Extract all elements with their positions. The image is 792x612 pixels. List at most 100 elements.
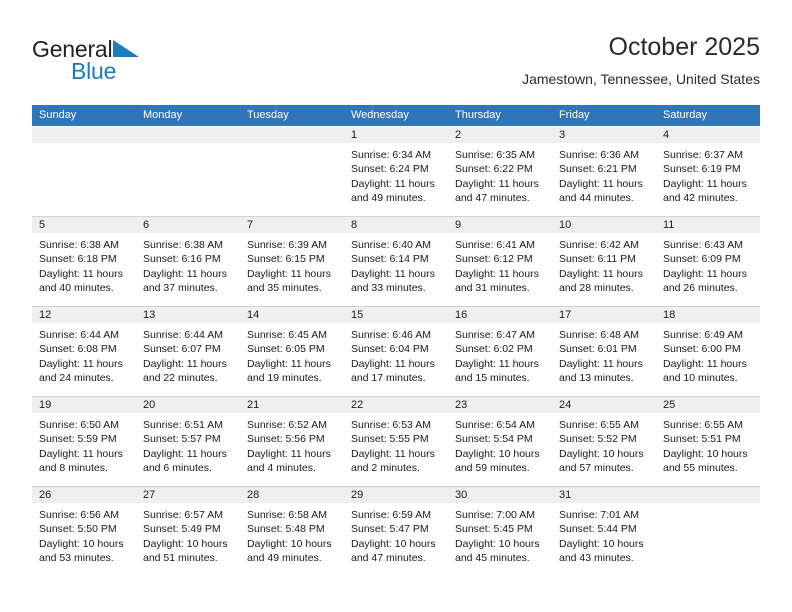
day-cell[interactable]: 5 Sunrise: 6:38 AM Sunset: 6:18 PM Daylight… [32,216,136,306]
day-details: Sunrise: 6:36 AM Sunset: 6:21 PM Daylight:… [552,143,656,205]
day-cell[interactable]: 25 Sunrise: 6:55 AM Sunset: 5:51 PM Dayligh… [656,396,760,486]
daylight-text-line2: and 49 minutes. [247,551,322,564]
daylight-text-line2: and 13 minutes. [559,371,634,384]
day-cell[interactable]: 10 Sunrise: 6:42 AM Sunset: 6:11 PM Dayligh… [552,216,656,306]
day-details: Sunrise: 6:58 AM Sunset: 5:48 PM Daylight:… [240,503,344,565]
sunrise-text: Sunrise: 6:58 AM [247,509,327,521]
sunset-text: Sunset: 6:02 PM [455,343,533,356]
daylight-text-line2: and 31 minutes. [455,281,530,294]
sunset-text: Sunset: 5:54 PM [455,433,533,446]
day-cell[interactable] [136,126,240,216]
day-cell[interactable]: 1 Sunrise: 6:34 AM Sunset: 6:24 PM Daylight… [344,126,448,216]
sunrise-text: Sunrise: 6:52 AM [247,419,327,431]
day-cell[interactable]: 30 Sunrise: 7:00 AM Sunset: 5:45 PM Dayligh… [448,486,552,576]
calendar-grid: Sunday Monday Tuesday Wednesday Thursday… [32,105,760,576]
daylight-text-line1: Daylight: 11 hours [351,177,435,190]
day-details: Sunrise: 6:49 AM Sunset: 6:00 PM Daylight:… [656,323,760,385]
day-cell[interactable]: 3 Sunrise: 6:36 AM Sunset: 6:21 PM Daylight… [552,126,656,216]
sunrise-text: Sunrise: 6:47 AM [455,329,535,341]
sunrise-text: Sunrise: 6:49 AM [663,329,743,341]
sunrise-text: Sunrise: 6:51 AM [143,419,223,431]
sunrise-text: Sunrise: 6:50 AM [39,419,119,431]
day-cell[interactable]: 7 Sunrise: 6:39 AM Sunset: 6:15 PM Daylight… [240,216,344,306]
day-cell[interactable]: 17 Sunrise: 6:48 AM Sunset: 6:01 PM Dayligh… [552,306,656,396]
daylight-text-line2: and 10 minutes. [663,371,738,384]
day-details: Sunrise: 6:44 AM Sunset: 6:07 PM Daylight:… [136,323,240,385]
sunset-text: Sunset: 6:21 PM [559,163,637,176]
day-cell[interactable]: 29 Sunrise: 6:59 AM Sunset: 5:47 PM Dayligh… [344,486,448,576]
day-cell[interactable]: 20 Sunrise: 6:51 AM Sunset: 5:57 PM Dayligh… [136,396,240,486]
daylight-text-line2: and 59 minutes. [455,461,530,474]
day-cell[interactable] [240,126,344,216]
daylight-text-line1: Daylight: 10 hours [559,537,644,550]
daylight-text-line1: Daylight: 11 hours [663,177,747,190]
day-cell[interactable]: 9 Sunrise: 6:41 AM Sunset: 6:12 PM Daylight… [448,216,552,306]
day-details: Sunrise: 7:01 AM Sunset: 5:44 PM Daylight:… [552,503,656,565]
logo-line-two: Blue [32,58,232,84]
daylight-text-line2: and 19 minutes. [247,371,322,384]
day-details: Sunrise: 6:54 AM Sunset: 5:54 PM Daylight:… [448,413,552,475]
daylight-text-line2: and 57 minutes. [559,461,634,474]
daylight-text-line1: Daylight: 11 hours [351,447,435,460]
day-number: 24 [559,399,572,411]
daylight-text-line2: and 2 minutes. [351,461,420,474]
day-cell[interactable] [32,126,136,216]
daylight-text-line2: and 24 minutes. [39,371,114,384]
day-details: Sunrise: 6:40 AM Sunset: 6:14 PM Daylight:… [344,233,448,295]
day-cell[interactable]: 4 Sunrise: 6:37 AM Sunset: 6:19 PM Daylight… [656,126,760,216]
day-number: 27 [143,489,156,501]
day-cell[interactable]: 26 Sunrise: 6:56 AM Sunset: 5:50 PM Dayligh… [32,486,136,576]
day-cell[interactable]: 21 Sunrise: 6:52 AM Sunset: 5:56 PM Dayligh… [240,396,344,486]
daylight-text-line2: and 35 minutes. [247,281,322,294]
general-blue-logo[interactable]: General Blue [32,36,232,86]
day-details: Sunrise: 6:48 AM Sunset: 6:01 PM Daylight:… [552,323,656,385]
day-cell[interactable]: 19 Sunrise: 6:50 AM Sunset: 5:59 PM Dayligh… [32,396,136,486]
sunrise-text: Sunrise: 6:39 AM [247,239,327,251]
day-cell[interactable]: 11 Sunrise: 6:43 AM Sunset: 6:09 PM Dayligh… [656,216,760,306]
day-details: Sunrise: 6:50 AM Sunset: 5:59 PM Daylight:… [32,413,136,475]
daylight-text-line1: Daylight: 11 hours [455,357,539,370]
day-cell[interactable]: 14 Sunrise: 6:45 AM Sunset: 6:05 PM Dayligh… [240,306,344,396]
day-header-band [240,216,344,233]
day-details: Sunrise: 6:44 AM Sunset: 6:08 PM Daylight:… [32,323,136,385]
weekday-saturday: Saturday [663,109,708,121]
day-header-band [656,126,760,143]
day-header-band [136,126,240,143]
sunrise-text: Sunrise: 6:36 AM [559,149,639,161]
day-cell[interactable]: 31 Sunrise: 7:01 AM Sunset: 5:44 PM Dayligh… [552,486,656,576]
sunrise-text: Sunrise: 6:38 AM [143,239,223,251]
day-number: 16 [455,309,468,321]
day-cell[interactable]: 16 Sunrise: 6:47 AM Sunset: 6:02 PM Dayligh… [448,306,552,396]
day-cell[interactable] [656,486,760,576]
sunset-text: Sunset: 6:09 PM [663,253,741,266]
daylight-text-line1: Daylight: 11 hours [559,177,643,190]
day-cell[interactable]: 24 Sunrise: 6:55 AM Sunset: 5:52 PM Dayligh… [552,396,656,486]
day-cell[interactable]: 6 Sunrise: 6:38 AM Sunset: 6:16 PM Daylight… [136,216,240,306]
day-header-band [344,216,448,233]
sunrise-text: Sunrise: 7:00 AM [455,509,535,521]
day-cell[interactable]: 15 Sunrise: 6:46 AM Sunset: 6:04 PM Dayligh… [344,306,448,396]
day-details: Sunrise: 7:00 AM Sunset: 5:45 PM Daylight:… [448,503,552,565]
day-cell[interactable]: 2 Sunrise: 6:35 AM Sunset: 6:22 PM Daylight… [448,126,552,216]
day-cell[interactable]: 23 Sunrise: 6:54 AM Sunset: 5:54 PM Dayligh… [448,396,552,486]
day-cell[interactable]: 12 Sunrise: 6:44 AM Sunset: 6:08 PM Dayligh… [32,306,136,396]
sunset-text: Sunset: 5:51 PM [663,433,741,446]
day-cell[interactable]: 27 Sunrise: 6:57 AM Sunset: 5:49 PM Dayligh… [136,486,240,576]
day-number: 15 [351,309,364,321]
weekday-header-row: Sunday Monday Tuesday Wednesday Thursday… [32,105,760,126]
sunrise-text: Sunrise: 6:41 AM [455,239,535,251]
day-number: 4 [663,129,670,141]
day-cell[interactable]: 13 Sunrise: 6:44 AM Sunset: 6:07 PM Dayligh… [136,306,240,396]
day-cell[interactable]: 22 Sunrise: 6:53 AM Sunset: 5:55 PM Dayligh… [344,396,448,486]
daylight-text-line1: Daylight: 11 hours [663,267,747,280]
day-number: 31 [559,489,572,501]
day-cell[interactable]: 28 Sunrise: 6:58 AM Sunset: 5:48 PM Dayligh… [240,486,344,576]
daylight-text-line2: and 42 minutes. [663,191,738,204]
daylight-text-line2: and 40 minutes. [39,281,114,294]
day-cell[interactable]: 18 Sunrise: 6:49 AM Sunset: 6:00 PM Dayligh… [656,306,760,396]
day-cell[interactable]: 8 Sunrise: 6:40 AM Sunset: 6:14 PM Daylight… [344,216,448,306]
day-number: 2 [455,129,462,141]
day-number: 30 [455,489,468,501]
sunrise-text: Sunrise: 6:55 AM [663,419,743,431]
day-header-band [32,216,136,233]
